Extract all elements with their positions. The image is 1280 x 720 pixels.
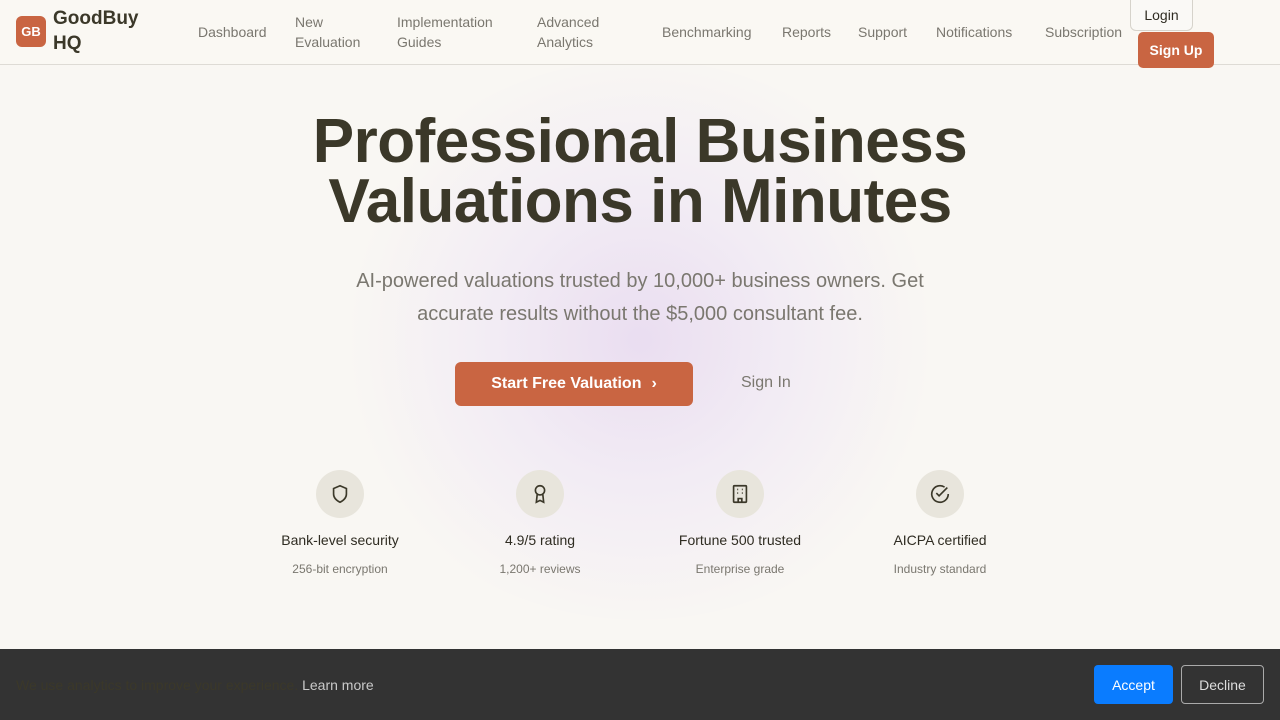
feature-title: Fortune 500 trusted <box>678 532 802 548</box>
signin-link[interactable]: Sign In <box>741 374 791 392</box>
chevron-right-icon: › <box>651 375 657 392</box>
hero-subtitle: AI-powered valuations trusted by 10,000+… <box>356 270 924 325</box>
learn-more-link[interactable]: Learn more <box>302 677 374 693</box>
nav-new-evaluation[interactable]: New Evaluation <box>295 12 375 52</box>
decline-button[interactable]: Decline <box>1181 665 1264 704</box>
feature-certified: AICPA certified Industry standard <box>840 470 1040 576</box>
feature-rating: 4.9/5 rating 1,200+ reviews <box>440 470 640 576</box>
nav-dashboard[interactable]: Dashboard <box>198 22 267 42</box>
feature-title: 4.9/5 rating <box>504 532 576 548</box>
nav-reports[interactable]: Reports <box>782 22 831 42</box>
start-valuation-button[interactable]: Start Free Valuation › <box>455 362 693 406</box>
check-circle-icon <box>916 470 964 518</box>
feature-title: AICPA certified <box>893 532 987 548</box>
feature-subtitle: 1,200+ reviews <box>499 562 581 576</box>
shield-icon <box>316 470 364 518</box>
login-button[interactable]: Login <box>1130 0 1193 31</box>
award-icon <box>516 470 564 518</box>
logo[interactable]: GB <box>16 16 46 47</box>
feature-subtitle: 256-bit encryption <box>292 562 388 576</box>
nav-notifications[interactable]: Notifications <box>936 22 1012 42</box>
feature-subtitle: Enterprise grade <box>695 562 785 576</box>
cta-label: Start Free Valuation <box>491 375 642 392</box>
cookie-text-wrap: We use analytics to improve your experie… <box>16 677 374 693</box>
top-nav: GB GoodBuy HQ Dashboard New Evaluation I… <box>0 0 1280 68</box>
feature-title: Bank-level security <box>281 532 399 548</box>
accept-button[interactable]: Accept <box>1094 665 1173 704</box>
feature-subtitle: Industry standard <box>893 562 987 576</box>
feature-security: Bank-level security 256-bit encryption <box>240 470 440 576</box>
hero-title: Professional Business Valuations in Minu… <box>312 107 968 236</box>
nav-support[interactable]: Support <box>858 22 907 42</box>
signup-button[interactable]: Sign Up <box>1138 32 1214 68</box>
feature-trusted: Fortune 500 trusted Enterprise grade <box>640 470 840 576</box>
nav-subscription[interactable]: Subscription <box>1045 22 1122 42</box>
cookie-text: We use analytics to improve your experie… <box>16 677 299 693</box>
nav-implementation-guides[interactable]: Implementation Guides <box>397 12 507 52</box>
nav-benchmarking[interactable]: Benchmarking <box>662 22 752 42</box>
building-icon <box>716 470 764 518</box>
nav-advanced-analytics[interactable]: Advanced Analytics <box>537 12 617 52</box>
brand-name[interactable]: GoodBuy HQ <box>53 6 153 56</box>
